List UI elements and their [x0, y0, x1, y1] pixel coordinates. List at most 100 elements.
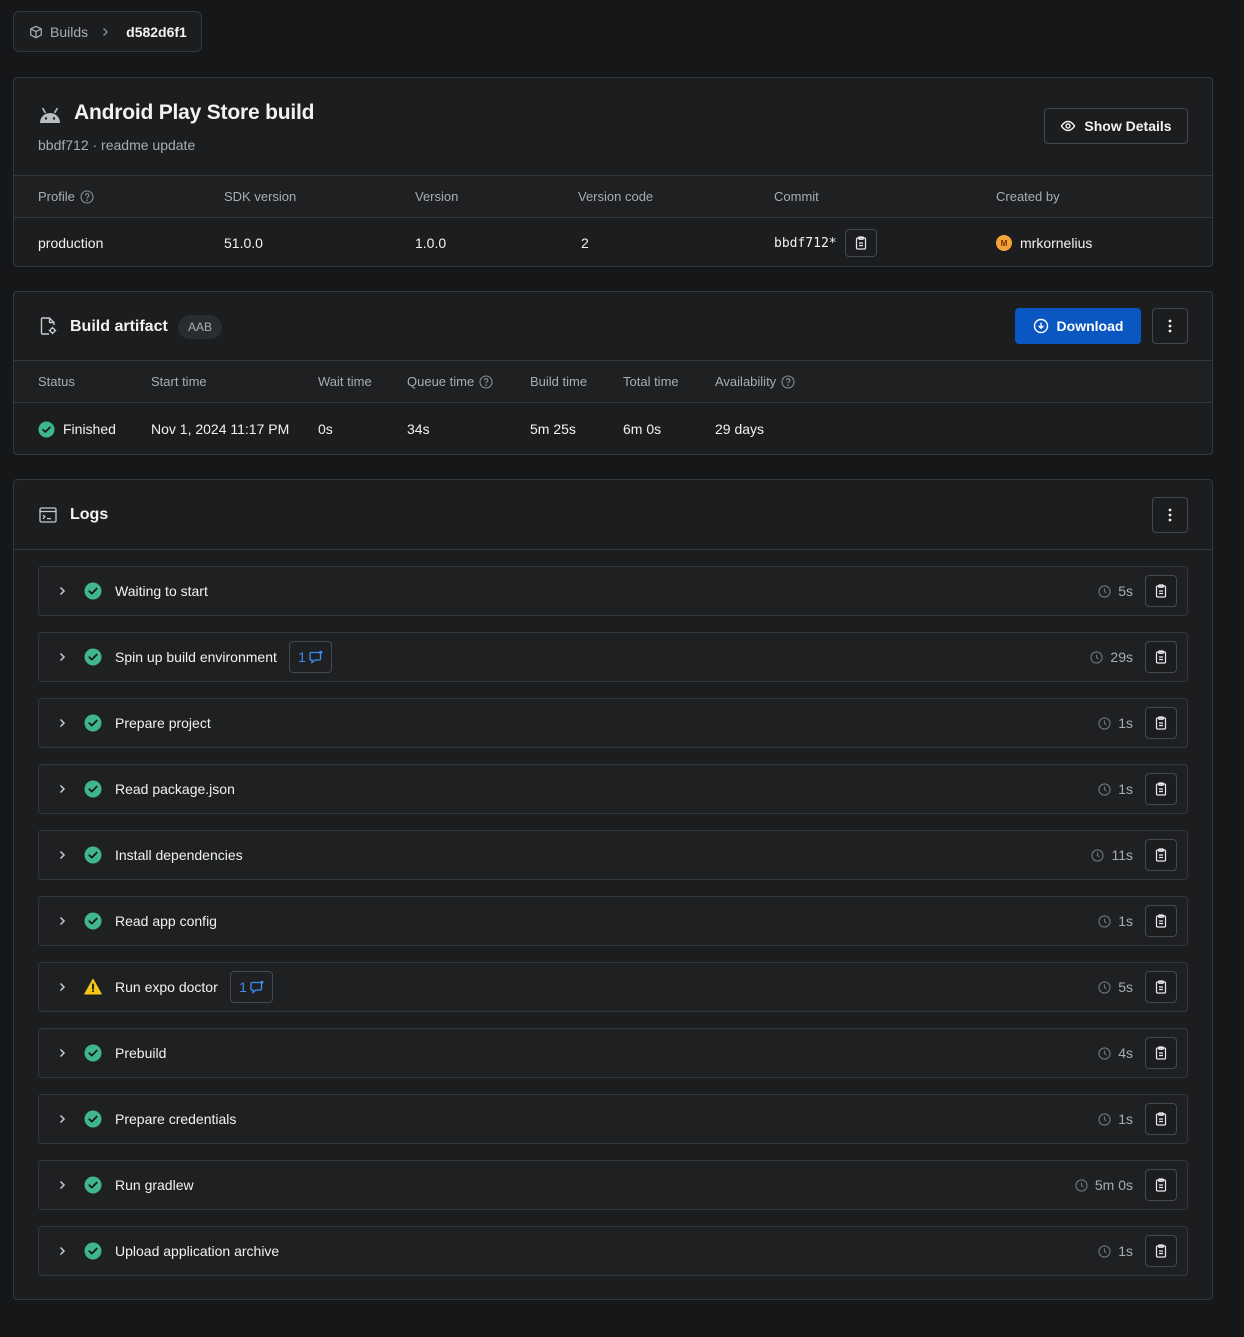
clipboard-icon: [1155, 848, 1167, 862]
build-title: Android Play Store build: [74, 101, 315, 124]
copy-log-button[interactable]: [1145, 773, 1177, 805]
log-step-row[interactable]: Read app config 1s: [38, 896, 1188, 946]
artifact-header: Build artifact AAB Download: [14, 292, 1212, 360]
help-circle-icon[interactable]: [479, 374, 493, 389]
log-step-row[interactable]: Run expo doctor 1 5s: [38, 962, 1188, 1012]
copy-log-button[interactable]: [1145, 1037, 1177, 1069]
log-step-duration: 1s: [1098, 1243, 1133, 1259]
artifact-type-badge: AAB: [178, 315, 223, 339]
chevron-right-icon[interactable]: [56, 1047, 68, 1059]
version-value: 1.0.0: [415, 235, 447, 251]
commit-value[interactable]: bbdf712*: [774, 236, 837, 251]
log-step-duration: 1s: [1098, 715, 1133, 731]
copy-log-button[interactable]: [1145, 707, 1177, 739]
copy-log-button[interactable]: [1145, 1169, 1177, 1201]
log-step-row[interactable]: Read package.json 1s: [38, 764, 1188, 814]
log-step-row[interactable]: Run gradlew 5m 0s: [38, 1160, 1188, 1210]
build-time-value: 5m 25s: [530, 421, 576, 437]
warning-icon: [84, 978, 102, 995]
copy-log-button[interactable]: [1145, 971, 1177, 1003]
logs-more-button[interactable]: [1152, 497, 1188, 533]
column-profile: Profile: [38, 189, 94, 204]
chevron-right-icon[interactable]: [56, 717, 68, 729]
log-step-label: Prepare credentials: [115, 1111, 237, 1127]
check-circle-icon: [38, 420, 55, 438]
log-step-label: Spin up build environment: [115, 649, 277, 665]
log-step-duration-value: 5m 0s: [1094, 1177, 1133, 1193]
log-step-duration-value: 1s: [1118, 715, 1133, 731]
chevron-right-icon[interactable]: [56, 1179, 68, 1191]
check-circle-icon: [84, 714, 102, 732]
log-messages-badge[interactable]: 1: [289, 641, 332, 673]
artifact-title: Build artifact: [70, 318, 168, 335]
log-step-duration: 29s: [1090, 649, 1133, 665]
start-time-value: Nov 1, 2024 11:17 PM: [151, 421, 290, 437]
terminal-icon: [39, 507, 57, 523]
created-by-value[interactable]: mrkornelius: [1020, 235, 1092, 251]
check-circle-icon: [84, 846, 102, 864]
logs-title: Logs: [70, 506, 109, 523]
chevron-right-icon[interactable]: [56, 915, 68, 927]
check-circle-icon: [84, 780, 102, 798]
check-circle-icon: [84, 1242, 102, 1260]
version-code-value: 2: [581, 235, 589, 251]
show-details-label: Show Details: [1084, 118, 1172, 134]
help-circle-icon[interactable]: [80, 189, 94, 204]
log-step-row[interactable]: Waiting to start 5s: [38, 566, 1188, 616]
build-header: Android Play Store build bbdf712 · readm…: [14, 78, 1212, 175]
log-step-duration-value: 29s: [1110, 649, 1133, 665]
chevron-right-icon[interactable]: [56, 585, 68, 597]
created-by-cell: M mrkornelius: [996, 235, 1092, 251]
column-availability: Availability: [715, 374, 795, 389]
copy-log-button[interactable]: [1145, 839, 1177, 871]
chevron-right-icon[interactable]: [56, 1245, 68, 1257]
log-step-row[interactable]: Upload application archive 1s: [38, 1226, 1188, 1276]
clock-icon: [1075, 1178, 1088, 1192]
log-messages-badge[interactable]: 1: [230, 971, 273, 1003]
status-value: Finished: [63, 421, 116, 437]
log-step-row[interactable]: Install dependencies 11s: [38, 830, 1188, 880]
copy-log-button[interactable]: [1145, 905, 1177, 937]
log-step-label: Read app config: [115, 913, 217, 929]
chevron-right-icon[interactable]: [56, 651, 68, 663]
column-queue-time: Queue time: [407, 374, 493, 389]
show-details-button[interactable]: Show Details: [1044, 108, 1188, 144]
eye-icon: [1061, 120, 1076, 132]
copy-log-button[interactable]: [1145, 641, 1177, 673]
build-table-header: Profile SDK version Version Version code…: [14, 176, 1212, 217]
log-messages-count: 1: [298, 649, 306, 665]
chevron-right-icon[interactable]: [56, 1113, 68, 1125]
log-step-duration-value: 5s: [1118, 979, 1133, 995]
more-vertical-icon: [1168, 319, 1172, 333]
breadcrumb-builds-link[interactable]: Builds: [50, 24, 88, 40]
log-step-duration: 1s: [1098, 781, 1133, 797]
log-step-row[interactable]: Prebuild 4s: [38, 1028, 1188, 1078]
log-step-label: Waiting to start: [115, 583, 208, 599]
column-created-by: Created by: [996, 189, 1060, 204]
breadcrumb-current: d582d6f1: [126, 23, 187, 40]
chevron-right-icon[interactable]: [56, 849, 68, 861]
wait-time-value: 0s: [318, 421, 333, 437]
avatar: M: [996, 235, 1012, 251]
log-step-row[interactable]: Spin up build environment 1 29s: [38, 632, 1188, 682]
build-summary-card: Android Play Store build bbdf712 · readm…: [13, 77, 1213, 267]
help-circle-icon[interactable]: [781, 374, 795, 389]
check-circle-icon: [84, 1110, 102, 1128]
log-step-duration-value: 1s: [1118, 913, 1133, 929]
clock-icon: [1090, 650, 1104, 664]
download-button[interactable]: Download: [1015, 308, 1141, 344]
artifact-more-button[interactable]: [1152, 308, 1188, 344]
clipboard-icon: [855, 236, 866, 250]
chevron-right-icon[interactable]: [56, 783, 68, 795]
copy-log-button[interactable]: [1145, 1235, 1177, 1267]
log-step-row[interactable]: Prepare credentials 1s: [38, 1094, 1188, 1144]
chevron-right-icon[interactable]: [56, 981, 68, 993]
message-icon: [250, 980, 264, 994]
log-step-duration-value: 11s: [1111, 847, 1133, 863]
log-step-duration: 1s: [1098, 1111, 1133, 1127]
clipboard-icon: [1155, 650, 1167, 664]
log-step-row[interactable]: Prepare project 1s: [38, 698, 1188, 748]
copy-log-button[interactable]: [1145, 1103, 1177, 1135]
copy-log-button[interactable]: [1145, 575, 1177, 607]
copy-commit-button[interactable]: [844, 229, 877, 257]
